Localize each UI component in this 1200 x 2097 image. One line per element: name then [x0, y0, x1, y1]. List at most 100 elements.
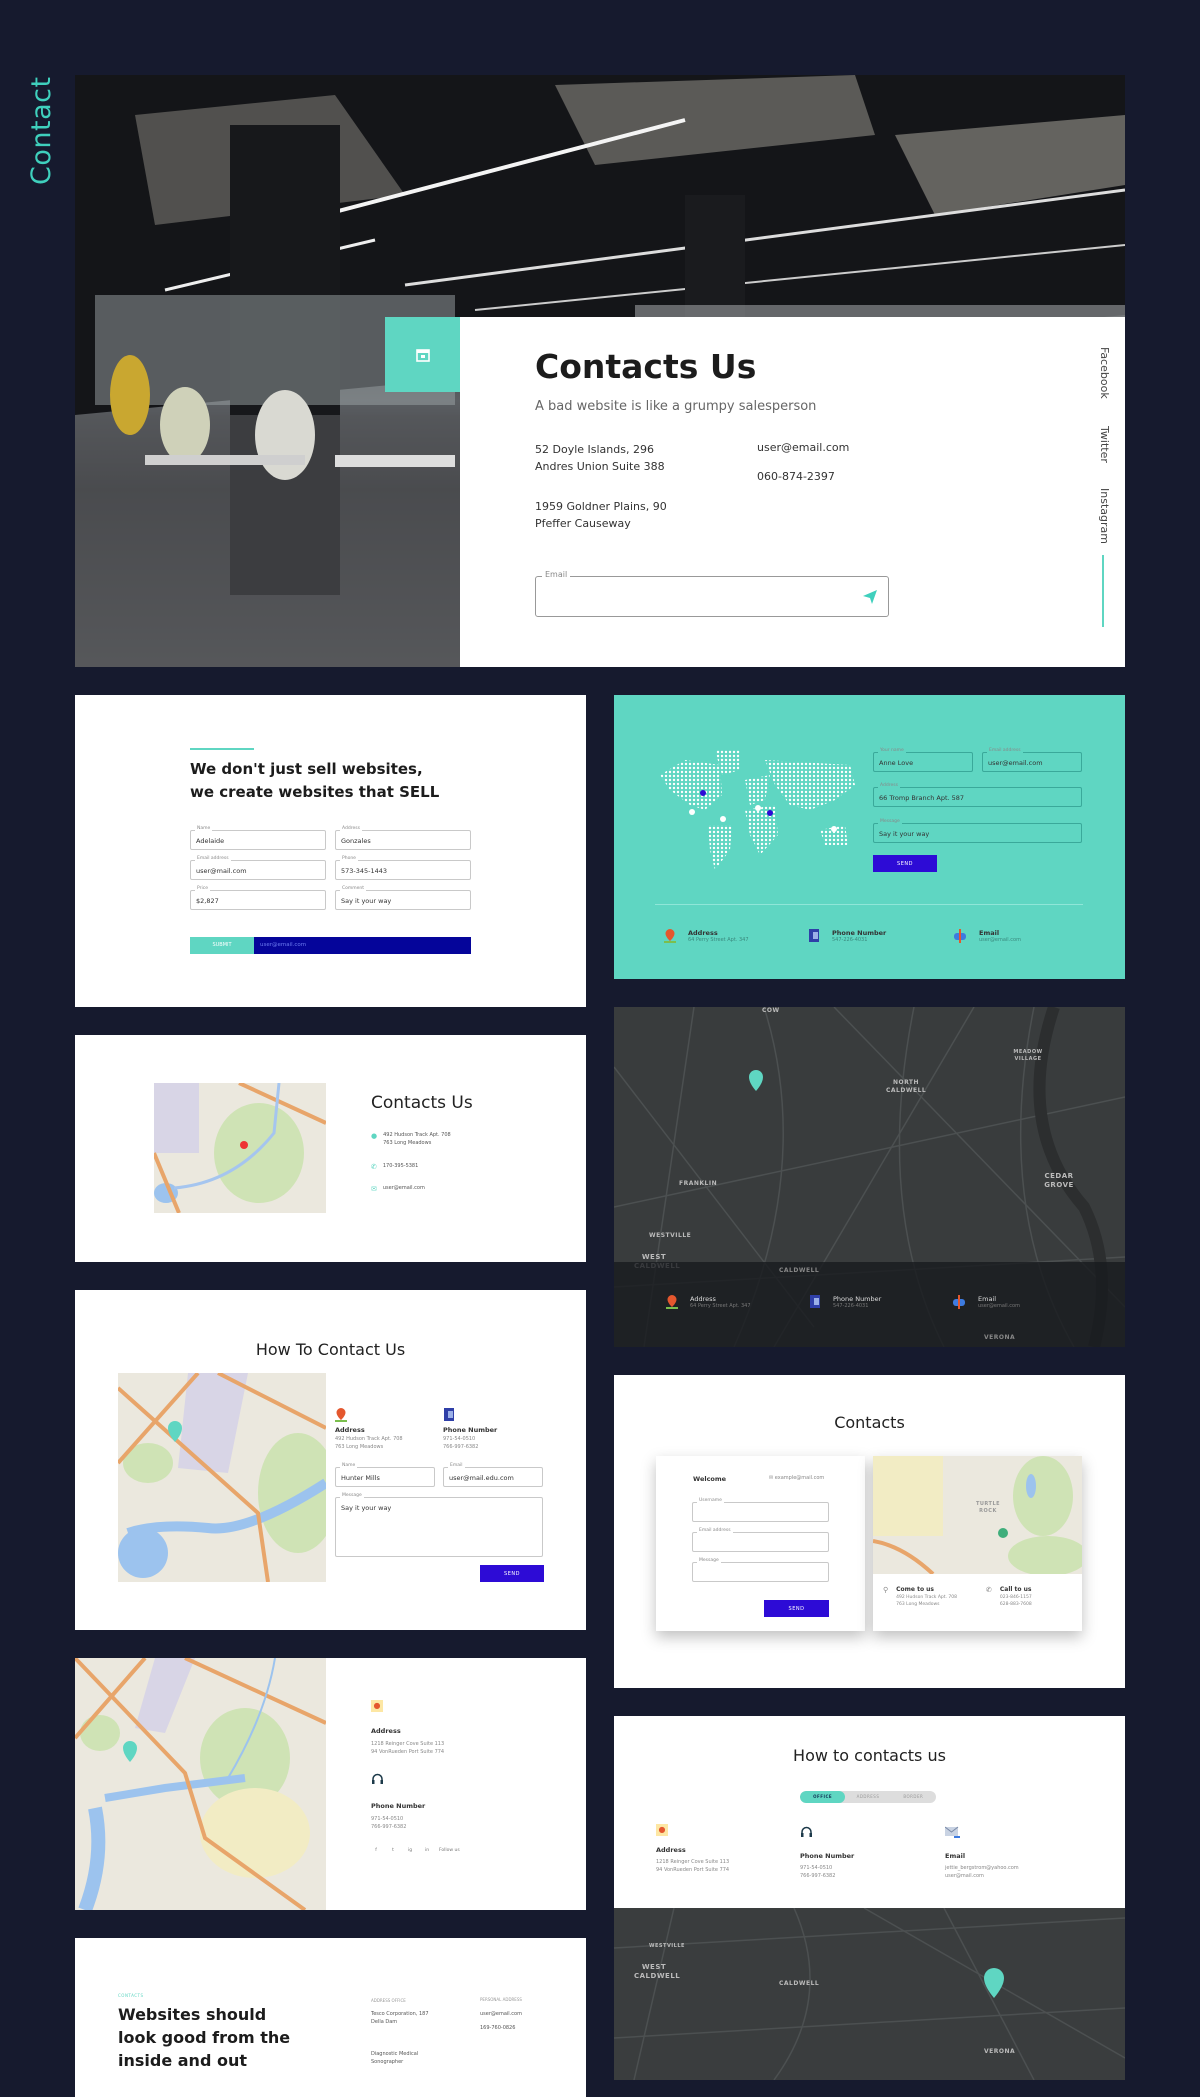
address-label: Address — [371, 1727, 401, 1735]
contact-panel: Contacts Us A bad website is like a grum… — [460, 317, 1125, 667]
map-label-verona: VERONA — [984, 1334, 1016, 1341]
message-field[interactable]: Message Say it your way — [335, 1493, 543, 1557]
info-phone: Phone Number 971-54-0510 766-997-6382 — [800, 1824, 854, 1880]
eyebrow: CONTACTS — [118, 1993, 144, 1998]
tab-address[interactable]: ADDRESS — [845, 1791, 890, 1803]
map-pin-icon — [664, 929, 676, 943]
linkedin-icon[interactable]: in — [422, 1848, 432, 1853]
address-1: 52 Doyle Islands, 296 Andres Union Suite … — [535, 443, 665, 473]
message-field[interactable]: Message Say it your way — [873, 819, 1082, 843]
info-email: Email user@email.com — [952, 1295, 1020, 1311]
submit-email-input[interactable]: user@email.com — [254, 937, 471, 954]
map-label-cow: COW — [762, 1007, 780, 1014]
small-contact-card: Contacts Us ● 492 Hudson Track Apt. 708 7… — [75, 1035, 586, 1262]
info-phone: Phone Number 547-226-4031 — [809, 1295, 881, 1311]
map-info-card: ● Address 1218 Reinger Cove Suite 113 94 … — [75, 1658, 586, 1910]
map-label-caldwell: CALDWELL — [779, 1267, 820, 1274]
send-button[interactable]: SEND — [480, 1565, 544, 1582]
comment-field[interactable]: Comment Say it your way — [335, 886, 471, 910]
map[interactable] — [118, 1373, 326, 1582]
email-input[interactable]: Email — [535, 570, 889, 617]
world-map — [660, 750, 855, 870]
social-links: f t ig in Follow us — [371, 1848, 460, 1853]
office-address: Tesco Corporation, 187 Della Dam — [371, 2011, 429, 2025]
address-value: 492 Hudson Track Apt. 708 763 Long Meadow… — [335, 1436, 403, 1450]
address-field[interactable]: Address Gonzales — [335, 826, 471, 850]
info-email: Email user@email.com — [953, 929, 1021, 945]
divider — [655, 904, 1083, 905]
how-to2-title: How to contacts us — [793, 1746, 946, 1765]
info-address: Address 64 Perry Street Apt. 347 — [664, 929, 749, 945]
hero-phone[interactable]: 060-874-2397 — [757, 470, 835, 483]
map-label-meadow-village: MEADOW VILLAGE — [1013, 1049, 1043, 1062]
welcome-form: Welcome ✉ example@mail.com Username Emai… — [656, 1456, 865, 1631]
tab-bar: OFFICE ADDRESS BORDER — [800, 1791, 936, 1803]
email-address-field[interactable]: Email address — [692, 1528, 829, 1552]
social-facebook[interactable]: Facebook — [1098, 347, 1111, 399]
contacts-card: Contacts Welcome ✉ example@mail.com User… — [614, 1375, 1125, 1688]
send-button[interactable]: SEND — [764, 1600, 829, 1617]
hero-email[interactable]: user@email.com — [757, 441, 849, 454]
social-twitter[interactable]: Twitter — [1098, 426, 1111, 463]
small-contact-title: Contacts Us — [371, 1093, 473, 1113]
hero-card: Contacts Us A bad website is like a grum… — [75, 75, 1125, 667]
phone-icon — [810, 1295, 820, 1308]
address-2: 1959 Goldner Plains, 90 Pfeffer Causeway — [535, 500, 667, 530]
map-label-westville: WESTVILLE — [649, 1232, 692, 1239]
phone-label: Phone Number — [371, 1802, 426, 1810]
map-label-westville: WESTVILLE — [649, 1943, 685, 1949]
welcome-email: ✉ example@mail.com — [769, 1475, 825, 1481]
map[interactable] — [154, 1083, 326, 1213]
email-address-field[interactable]: Email address user@email.com — [982, 748, 1082, 772]
map-label-cedar-grove: CEDAR GROVE — [1044, 1172, 1074, 1190]
come-to-us: ⚲ Come to us 492 Hudson Track Apt. 708 763… — [883, 1586, 957, 1607]
personal-label: PERSONAL ADDRESS — [480, 1997, 522, 2002]
send-button[interactable]: SEND — [873, 855, 937, 872]
paper-plane-icon[interactable] — [862, 589, 878, 605]
envelope-icon — [944, 1826, 960, 1838]
instagram-icon[interactable]: ig — [405, 1848, 415, 1853]
calendar-icon — [415, 348, 430, 362]
facebook-icon[interactable]: f — [371, 1848, 381, 1853]
map-label-franklin: FRANKLIN — [679, 1180, 718, 1187]
twitter-icon[interactable]: t — [388, 1848, 398, 1853]
tab-office[interactable]: OFFICE — [800, 1791, 846, 1803]
info-phone: Phone Number 547-226-4031 — [808, 929, 886, 945]
message-field[interactable]: Message — [692, 1558, 829, 1582]
phone-icon: ✆ — [371, 1163, 377, 1171]
personal-phone[interactable]: 169-760-0826 — [480, 2025, 515, 2033]
social-instagram[interactable]: Instagram — [1098, 488, 1111, 544]
address-value: 1218 Reinger Cove Suite 113 94 VonRueden … — [371, 1741, 445, 1755]
email-field[interactable]: Email user@mail.edu.com — [443, 1463, 543, 1487]
sell-card: We don't just sell websites, we create w… — [75, 695, 586, 1007]
map-pin-icon: ● — [656, 1824, 668, 1836]
map-pin-icon: ● — [371, 1700, 383, 1712]
calendar-button[interactable] — [385, 317, 460, 392]
phone-icon — [809, 929, 819, 942]
map[interactable] — [75, 1658, 326, 1910]
email-field-label: Email — [542, 570, 571, 579]
accent-line — [190, 748, 254, 750]
your-name-field[interactable]: Your name Anne Love — [873, 748, 973, 772]
address-label: Address — [335, 1426, 365, 1434]
phone-label: Phone Number — [443, 1426, 498, 1434]
map-label-west-caldwell: WEST CALDWELL — [634, 1963, 681, 1981]
phone-icon: ✆ — [986, 1586, 992, 1594]
name-field[interactable]: Name Adelaide — [190, 826, 326, 850]
map-label-turtle-rock: TURTLE ROCK — [975, 1501, 1001, 1514]
call-to-us: ✆ Call to us 023-846-1157 628-883-7608 — [986, 1586, 1032, 1607]
username-field[interactable]: Username — [692, 1498, 829, 1522]
address-field[interactable]: Address 66 Tromp Branch Apt. 587 — [873, 783, 1082, 807]
name-field[interactable]: Name Hunter Mills — [335, 1463, 435, 1487]
role: Diagnostic Medical Sonographer — [371, 2051, 419, 2065]
location-card: TURTLE ROCK ⚲ Come to us 492 Hudson Track… — [873, 1456, 1082, 1631]
email-field[interactable]: Email address user@mail.com — [190, 856, 326, 880]
dark-map[interactable]: WESTVILLE WEST CALDWELL CALDWELL VERONA — [614, 1908, 1125, 2080]
map[interactable]: TURTLE ROCK — [873, 1456, 1082, 1574]
price-field[interactable]: Price $2,827 — [190, 886, 326, 910]
personal-email[interactable]: user@email.com — [480, 2011, 522, 2019]
tab-border[interactable]: BORDER — [891, 1791, 936, 1803]
phone-field[interactable]: Phone 573-345-1443 — [335, 856, 471, 880]
hero-subtitle: A bad website is like a grumpy salespers… — [535, 399, 817, 414]
submit-button[interactable]: SUBMIT — [190, 937, 254, 954]
